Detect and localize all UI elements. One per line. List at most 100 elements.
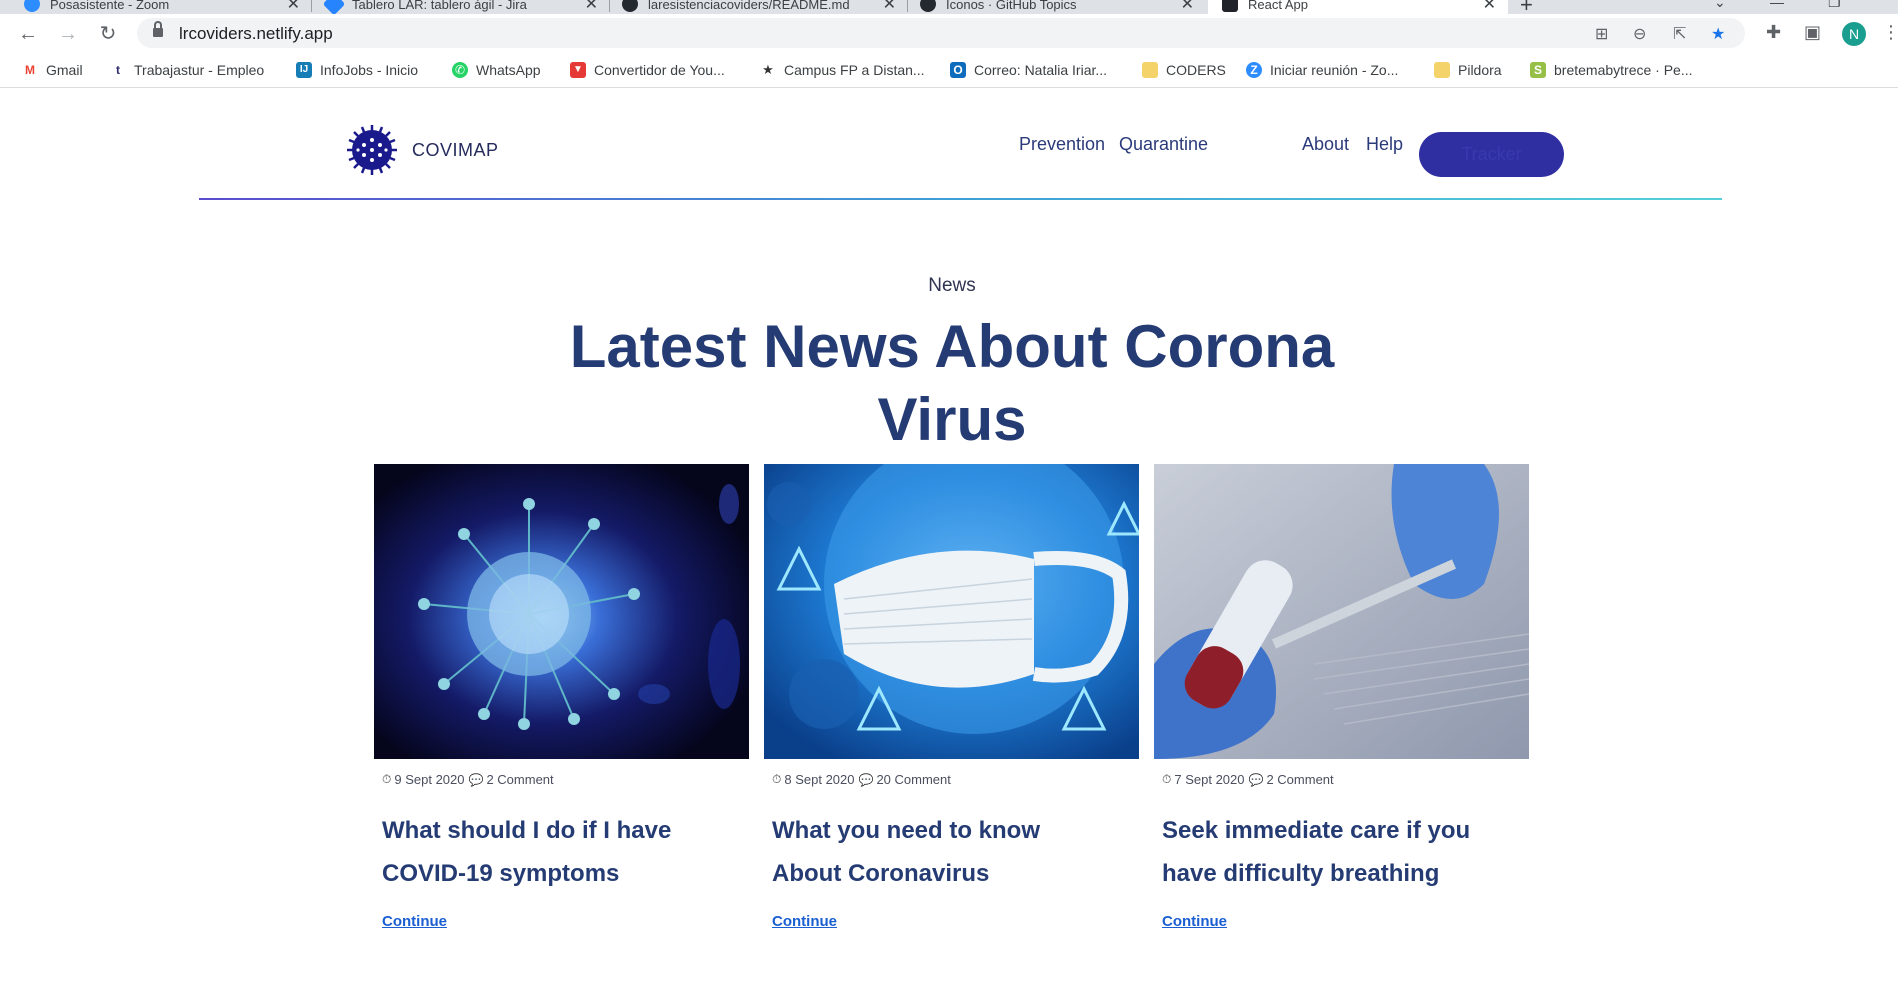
bookmark-folder[interactable]: Pildora bbox=[1434, 62, 1502, 78]
browser-tab[interactable]: laresistenciacoviders/README.md ✕ bbox=[622, 0, 896, 14]
card-meta: ⏱ 7 Sept 2020 💬 2 Comment bbox=[1162, 772, 1334, 787]
site-header: COVIMAP Prevention Quarantine About Help… bbox=[0, 88, 1898, 200]
forward-arrow-icon[interactable]: → bbox=[56, 22, 80, 46]
url-text[interactable]: lrcoviders.netlify.app bbox=[179, 24, 333, 44]
browser-toolbar: ← → ↻ lrcoviders.netlify.app ⊞ ⊖ ⇱ ★ ✚ ▣… bbox=[0, 14, 1898, 52]
gmail-icon: M bbox=[22, 62, 38, 78]
bookmark-item[interactable]: O Correo: Natalia Iriar... bbox=[950, 62, 1107, 78]
browser-tab[interactable]: Tablero LAR: tablero ágil - Jira ✕ bbox=[322, 0, 598, 14]
shopify-icon: S bbox=[1530, 62, 1546, 78]
zoom-icon[interactable]: ⊖ bbox=[1633, 24, 1646, 44]
brand-name[interactable]: COVIMAP bbox=[412, 140, 499, 161]
star-icon: ★ bbox=[760, 62, 776, 78]
new-tab-icon[interactable]: + bbox=[1520, 0, 1533, 14]
browser-tab-active[interactable]: React App ✕ bbox=[1208, 0, 1508, 14]
bookmark-item[interactable]: t Trabajastur - Empleo bbox=[110, 62, 264, 78]
news-card: ⏱ 7 Sept 2020 💬 2 Comment Seek immediate… bbox=[1154, 464, 1529, 930]
news-card: ⏱ 8 Sept 2020 💬 20 Comment What you need… bbox=[764, 464, 1139, 930]
reload-icon[interactable]: ↻ bbox=[96, 22, 120, 46]
card-comments: 20 Comment bbox=[876, 772, 951, 787]
address-bar[interactable]: lrcoviders.netlify.app ⊞ ⊖ ⇱ ★ bbox=[137, 18, 1745, 48]
minimize-icon[interactable]: — bbox=[1770, 0, 1784, 10]
bookmark-item[interactable]: ▼ Convertidor de You... bbox=[570, 62, 725, 78]
bookmarks-bar: M Gmail t Trabajastur - Empleo IJ InfoJo… bbox=[0, 52, 1898, 88]
close-tab-icon[interactable]: ✕ bbox=[287, 0, 300, 14]
profile-avatar[interactable]: N bbox=[1842, 22, 1866, 46]
converter-icon: ▼ bbox=[570, 62, 586, 78]
close-tab-icon[interactable]: ✕ bbox=[1483, 0, 1496, 14]
card-comments: 2 Comment bbox=[1266, 772, 1334, 787]
browser-tab-title: Posasistente - Zoom bbox=[50, 0, 170, 12]
comment-icon: 💬 bbox=[1248, 772, 1264, 787]
card-date: 8 Sept 2020 bbox=[784, 772, 855, 787]
bookmark-item[interactable]: ★ Campus FP a Distan... bbox=[760, 62, 925, 78]
browser-tab[interactable]: Iconos · GitHub Topics ✕ bbox=[920, 0, 1194, 14]
card-title[interactable]: Seek immediate care if you have difficul… bbox=[1162, 809, 1502, 895]
browser-tab-strip: Posasistente - Zoom ✕ Tablero LAR: table… bbox=[0, 0, 1898, 14]
infojobs-icon: IJ bbox=[296, 62, 312, 78]
tracker-label: Tracker bbox=[1461, 144, 1522, 164]
github-favicon-icon bbox=[622, 0, 638, 12]
github-favicon-icon bbox=[920, 0, 936, 12]
card-date: 7 Sept 2020 bbox=[1174, 772, 1245, 787]
stopwatch-icon: ⏱ bbox=[1162, 772, 1172, 786]
folder-icon bbox=[1434, 62, 1450, 78]
page-title: Latest News About Corona Virus bbox=[569, 313, 1335, 453]
test-tube-gloves-image[interactable] bbox=[1154, 464, 1529, 759]
back-arrow-icon[interactable]: ← bbox=[16, 22, 40, 46]
lock-icon bbox=[153, 21, 163, 38]
browser-tab-title: Tablero LAR: tablero ágil - Jira bbox=[352, 0, 527, 12]
side-panel-icon[interactable]: ▣ bbox=[1804, 22, 1821, 43]
nav-prevention[interactable]: Prevention bbox=[1019, 134, 1105, 155]
maximize-icon[interactable]: ❐ bbox=[1828, 0, 1841, 11]
browser-tab-title: Iconos · GitHub Topics bbox=[946, 0, 1077, 12]
react-favicon-icon bbox=[1222, 0, 1238, 12]
browser-tab[interactable]: Posasistente - Zoom ✕ bbox=[24, 0, 300, 14]
bookmark-item[interactable]: ✆ WhatsApp bbox=[452, 62, 541, 78]
comment-icon: 💬 bbox=[468, 772, 484, 787]
tab-search-icon[interactable]: ⌄ bbox=[1714, 0, 1726, 11]
continue-link[interactable]: Continue bbox=[772, 913, 837, 930]
jira-favicon-icon bbox=[322, 0, 346, 14]
bookmark-item[interactable]: IJ InfoJobs - Inicio bbox=[296, 62, 418, 78]
browser-tab-title: React App bbox=[1248, 0, 1308, 12]
outlook-icon: O bbox=[950, 62, 966, 78]
virus-image[interactable] bbox=[374, 464, 749, 759]
trabajastur-icon: t bbox=[110, 62, 126, 78]
card-date: 9 Sept 2020 bbox=[394, 772, 465, 787]
face-mask-globe-image[interactable] bbox=[764, 464, 1139, 759]
section-kicker: News bbox=[928, 275, 976, 296]
close-tab-icon[interactable]: ✕ bbox=[1181, 0, 1194, 14]
translate-icon[interactable]: ⊞ bbox=[1595, 24, 1608, 44]
card-meta: ⏱ 8 Sept 2020 💬 20 Comment bbox=[772, 772, 951, 787]
browser-tab-title: laresistenciacoviders/README.md bbox=[648, 0, 850, 12]
nav-about[interactable]: About bbox=[1302, 134, 1349, 155]
card-title[interactable]: What should I do if I have COVID-19 symp… bbox=[382, 809, 722, 895]
stopwatch-icon: ⏱ bbox=[772, 772, 782, 786]
bookmark-folder[interactable]: CODERS bbox=[1142, 62, 1226, 78]
news-card: ⏱ 9 Sept 2020 💬 2 Comment What should I … bbox=[374, 464, 749, 930]
header-divider bbox=[199, 198, 1722, 200]
extensions-icon[interactable]: ✚ bbox=[1766, 22, 1781, 43]
card-meta: ⏱ 9 Sept 2020 💬 2 Comment bbox=[382, 772, 554, 787]
continue-link[interactable]: Continue bbox=[382, 913, 447, 930]
bookmark-item[interactable]: M Gmail bbox=[22, 62, 83, 78]
menu-kebab-icon[interactable]: ⋮ bbox=[1882, 22, 1898, 43]
tracker-button[interactable]: Tracker bbox=[1419, 132, 1564, 177]
folder-icon bbox=[1142, 62, 1158, 78]
share-icon[interactable]: ⇱ bbox=[1673, 24, 1686, 44]
bookmark-star-icon[interactable]: ★ bbox=[1711, 24, 1725, 44]
bookmark-item[interactable]: S bretemabytrece · Pe... bbox=[1530, 62, 1693, 78]
close-tab-icon[interactable]: ✕ bbox=[883, 0, 896, 14]
close-tab-icon[interactable]: ✕ bbox=[585, 0, 598, 14]
whatsapp-icon: ✆ bbox=[452, 62, 468, 78]
nav-quarantine[interactable]: Quarantine bbox=[1119, 134, 1208, 155]
bookmark-item[interactable]: Z Iniciar reunión - Zo... bbox=[1246, 62, 1398, 78]
nav-help[interactable]: Help bbox=[1366, 134, 1403, 155]
zoom-favicon-icon bbox=[24, 0, 40, 12]
continue-link[interactable]: Continue bbox=[1162, 913, 1227, 930]
card-title[interactable]: What you need to know About Coronavirus bbox=[772, 809, 1112, 895]
card-comments: 2 Comment bbox=[486, 772, 554, 787]
comment-icon: 💬 bbox=[858, 772, 874, 787]
virus-logo-icon[interactable] bbox=[345, 123, 399, 177]
